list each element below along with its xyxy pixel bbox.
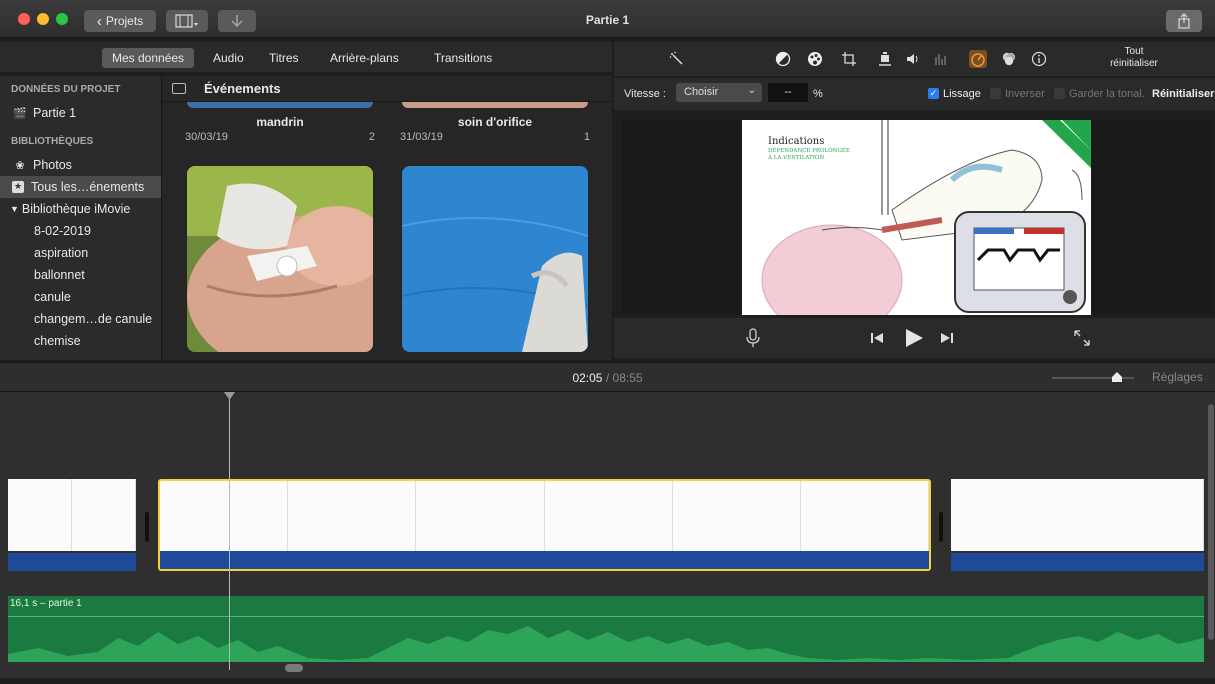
audio-clip-label: 16,1 s – partie 1 bbox=[10, 598, 82, 609]
photos-flower-icon: ❀ bbox=[15, 159, 25, 172]
color-balance-icon[interactable] bbox=[774, 50, 792, 68]
magic-wand-icon[interactable] bbox=[668, 50, 686, 68]
timeline-vertical-scrollbar[interactable] bbox=[1208, 404, 1214, 640]
microphone-icon[interactable] bbox=[746, 328, 760, 348]
playhead[interactable] bbox=[224, 392, 235, 670]
play-icon[interactable] bbox=[904, 328, 924, 348]
tab-my-media[interactable]: Mes données bbox=[102, 48, 195, 68]
crop-icon[interactable] bbox=[840, 50, 858, 68]
selected-timeline-clip[interactable] bbox=[158, 479, 931, 571]
sidebar-item-photos[interactable]: ❀ Photos bbox=[0, 154, 161, 176]
project-data-header: DONNÉES DU PROJET bbox=[11, 83, 121, 95]
speed-percent-input[interactable]: -- bbox=[768, 83, 808, 102]
reverse-checkbox[interactable] bbox=[990, 88, 1001, 99]
timecode: 02:05 / 08:55 bbox=[0, 371, 1215, 385]
title-bar: ‹ Projets Partie 1 bbox=[0, 0, 1215, 38]
reset-all-button[interactable]: Tout réinitialiser bbox=[1104, 46, 1164, 70]
libraries-sidebar: DONNÉES DU PROJET 🎬 Partie 1 BIBLIOTHÈQU… bbox=[0, 76, 161, 360]
time-separator: / bbox=[605, 371, 610, 385]
sidebar-item-label: Tous les…énements bbox=[31, 180, 145, 194]
preview-frame: Indications DÉPENDANCE PROLONGÉE À LA VE… bbox=[742, 120, 1091, 315]
sidebar-event-item[interactable]: canule bbox=[0, 286, 161, 308]
smoothing-label: Lissage bbox=[943, 88, 981, 100]
event-thumbnail[interactable] bbox=[402, 166, 588, 352]
event-thumbnail[interactable] bbox=[187, 166, 373, 352]
equalizer-icon[interactable] bbox=[932, 50, 950, 68]
sidebar-item-label: Bibliothèque iMovie bbox=[21, 202, 131, 216]
sidebar-item-label: Partie 1 bbox=[33, 106, 77, 120]
event-count: 1 bbox=[583, 131, 590, 143]
playback-controls bbox=[614, 318, 1215, 358]
timeline[interactable]: 16,1 s – partie 1 bbox=[0, 392, 1215, 678]
timeline-settings-button[interactable]: Réglages bbox=[1152, 370, 1203, 384]
adjustments-bar: Tout réinitialiser bbox=[614, 42, 1215, 76]
clip-gap-handle[interactable] bbox=[939, 512, 943, 542]
speed-icon[interactable] bbox=[969, 50, 987, 68]
sidebar-event-item[interactable]: changem…de canule bbox=[0, 308, 161, 330]
zoom-slider-knob[interactable] bbox=[1112, 371, 1122, 382]
volume-icon[interactable] bbox=[904, 50, 922, 68]
sidebar-event-item[interactable]: aspiration bbox=[0, 242, 161, 264]
timeline-clip[interactable] bbox=[8, 479, 136, 571]
share-icon bbox=[1178, 13, 1190, 29]
timeline-clip[interactable] bbox=[951, 479, 1204, 571]
tab-transitions[interactable]: Transitions bbox=[424, 48, 502, 68]
sidebar-event-item[interactable]: ballonnet bbox=[0, 264, 161, 286]
speed-dropdown[interactable]: Choisir ⌄ bbox=[676, 83, 762, 102]
clip-filter-icon[interactable] bbox=[1000, 50, 1018, 68]
skip-back-icon[interactable] bbox=[870, 332, 884, 344]
color-correction-icon[interactable] bbox=[806, 50, 824, 68]
speed-label: Vitesse : bbox=[624, 88, 666, 100]
smoothing-checkbox[interactable]: ✓ bbox=[928, 88, 939, 99]
events-browser: Événements mandrin 30/03/19 2 soin d'ori… bbox=[161, 76, 612, 360]
preview-viewer[interactable]: Indications DÉPENDANCE PROLONGÉE À LA VE… bbox=[622, 120, 1211, 315]
chevron-down-icon: ⌄ bbox=[747, 85, 756, 96]
sidebar-item-library[interactable]: ▼ Bibliothèque iMovie bbox=[0, 198, 161, 220]
keep-pitch-label: Garder la tonal. bbox=[1069, 88, 1145, 100]
stabilization-icon[interactable] bbox=[876, 50, 894, 68]
sidebar-event-item[interactable]: 8-02-2019 bbox=[0, 220, 161, 242]
events-title: Événements bbox=[204, 81, 281, 96]
speed-controls: Vitesse : Choisir ⌄ -- % ✓ Lissage Inver… bbox=[614, 78, 1215, 110]
current-time: 02:05 bbox=[572, 371, 603, 385]
sidebar-item-all-events[interactable]: ★ Tous les…énements bbox=[0, 176, 161, 198]
window-title: Partie 1 bbox=[585, 13, 630, 27]
event-thumb-strip bbox=[402, 102, 588, 108]
reset-speed-button[interactable]: Réinitialiser bbox=[1152, 88, 1214, 100]
speed-dropdown-value: Choisir bbox=[684, 86, 719, 98]
timeline-horizontal-scrollbar[interactable] bbox=[285, 664, 303, 672]
events-header: Événements bbox=[162, 76, 612, 102]
disclosure-triangle-icon: ▼ bbox=[10, 204, 19, 214]
event-thumb-strip bbox=[187, 102, 373, 108]
sidebar-event-item[interactable]: chemise bbox=[0, 330, 161, 352]
speed-unit: % bbox=[813, 88, 823, 100]
audio-waveform bbox=[8, 626, 1204, 662]
sidebar-item-label: Photos bbox=[33, 158, 72, 172]
clip-gap-handle[interactable] bbox=[145, 512, 149, 542]
libraries-header: BIBLIOTHÈQUES bbox=[11, 135, 94, 147]
browser-tab-bar: Mes données Audio Titres Arrière-plans T… bbox=[0, 42, 612, 72]
share-button[interactable] bbox=[1166, 10, 1202, 32]
event-name: soin d'orifice bbox=[457, 115, 533, 129]
tab-audio[interactable]: Audio bbox=[203, 48, 254, 68]
keep-pitch-checkbox[interactable] bbox=[1054, 88, 1065, 99]
sidebar-toggle-icon[interactable] bbox=[172, 83, 186, 94]
slide-title: Indications bbox=[768, 136, 825, 147]
tab-backgrounds[interactable]: Arrière-plans bbox=[320, 48, 409, 68]
reverse-label: Inverser bbox=[1005, 88, 1045, 100]
skip-forward-icon[interactable] bbox=[940, 332, 954, 344]
fullscreen-icon[interactable] bbox=[1074, 330, 1090, 346]
event-count: 2 bbox=[368, 131, 375, 143]
tab-titles[interactable]: Titres bbox=[259, 48, 309, 68]
event-name: mandrin bbox=[256, 115, 304, 129]
clapperboard-icon: 🎬 bbox=[13, 107, 27, 120]
sidebar-item-project[interactable]: 🎬 Partie 1 bbox=[0, 102, 161, 124]
timeline-header: 02:05 / 08:55 Réglages bbox=[0, 362, 1215, 392]
slide-subtitle: À LA VENTILATION bbox=[768, 155, 825, 161]
info-icon[interactable] bbox=[1030, 50, 1048, 68]
slide-subtitle: DÉPENDANCE PROLONGÉE bbox=[768, 148, 850, 154]
total-time: 08:55 bbox=[612, 371, 643, 385]
audio-track[interactable]: 16,1 s – partie 1 bbox=[8, 596, 1204, 662]
star-box-icon: ★ bbox=[12, 181, 24, 193]
